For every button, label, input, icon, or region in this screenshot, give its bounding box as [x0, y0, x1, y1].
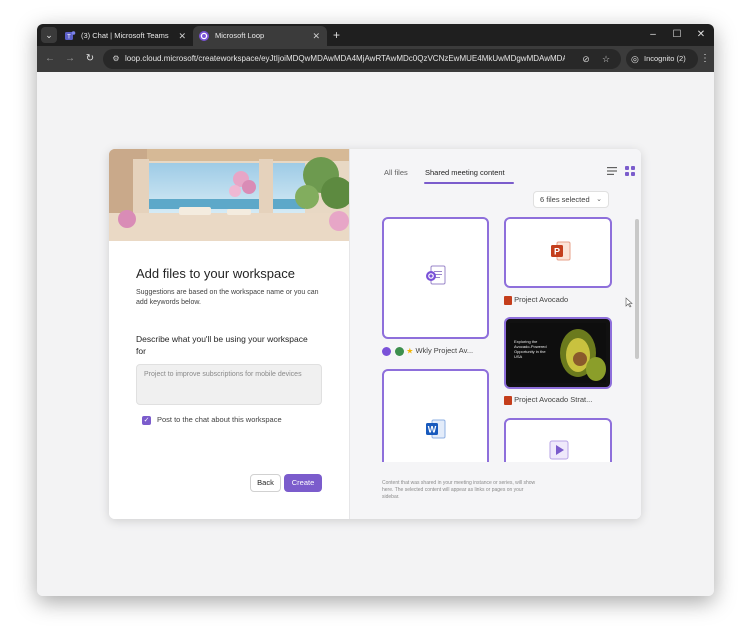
file-name-ppt-strategy[interactable]: Project Avocado Strat... [504, 395, 592, 405]
loop-icon [199, 31, 209, 41]
eye-off-icon[interactable]: ⊘ [579, 52, 593, 66]
forward-arrow-icon[interactable]: → [62, 51, 78, 67]
word-icon: W [426, 419, 446, 439]
hero-illustration [109, 149, 349, 241]
file-name-loop[interactable]: ★ Wkly Project Av... [382, 346, 473, 356]
mouse-pointer-icon [625, 297, 633, 308]
omnibox[interactable]: ⚙ loop.cloud.microsoft/createworkspace/e… [103, 49, 621, 69]
grid-view-icon[interactable] [625, 166, 635, 176]
url-text[interactable]: loop.cloud.microsoft/createworkspace/eyJ… [125, 49, 565, 69]
window-close-icon[interactable]: ✕ [693, 27, 709, 43]
file-name-text: Project Avocado [514, 295, 569, 304]
post-to-chat-label[interactable]: Post to the chat about this workspace [157, 415, 282, 424]
incognito-icon: ◎ [631, 54, 639, 64]
tab-teams[interactable]: T (3) Chat | Microsoft Teams ✕ [59, 26, 193, 46]
file-name-text: Wkly Project Av... [415, 346, 474, 355]
incognito-label: Incognito (2) [644, 54, 686, 63]
powerpoint-small-icon [504, 395, 512, 405]
reload-icon[interactable]: ↻ [82, 51, 98, 67]
menu-kebab-icon[interactable]: ⋮ [698, 51, 712, 67]
page-content: Add files to your workspace Suggestions … [37, 72, 714, 596]
tab-shared-meeting-content[interactable]: Shared meeting content [425, 168, 505, 177]
back-arrow-icon[interactable]: ← [42, 51, 58, 67]
powerpoint-small-icon [504, 295, 512, 305]
post-to-chat-checkbox[interactable]: ✓ [142, 416, 151, 425]
teams-icon: T [65, 31, 76, 40]
minimize-icon[interactable]: – [645, 27, 661, 43]
file-grid: ★ Wkly Project Av... P Project Avocado E… [380, 217, 638, 462]
address-toolbar: ← → ↻ ⚙ loop.cloud.microsoft/createworks… [37, 46, 714, 72]
dialog-left-pane: Add files to your workspace Suggestions … [109, 149, 349, 519]
active-tab-indicator [424, 182, 514, 184]
tab-teams-title: (3) Chat | Microsoft Teams [81, 31, 169, 40]
tab-search-icon[interactable]: ⌄ [41, 27, 57, 43]
tab-loop-title: Microsoft Loop [215, 31, 265, 40]
footnote-text: Content that was shared in your meeting … [382, 480, 536, 500]
svg-text:P: P [554, 247, 560, 257]
file-card-word[interactable]: W [382, 369, 489, 462]
close-tab-icon[interactable]: ✕ [178, 26, 186, 46]
dialog-title: Add files to your workspace [136, 266, 295, 281]
site-settings-icon[interactable]: ⚙ [109, 52, 123, 66]
back-button[interactable]: Back [250, 474, 281, 492]
svg-text:W: W [428, 425, 437, 435]
describe-label: Describe what you'll be using your works… [136, 334, 308, 356]
powerpoint-icon: P [551, 241, 571, 261]
new-tab-icon[interactable]: + [333, 26, 340, 44]
check-circle-icon [395, 346, 405, 356]
svg-text:T: T [67, 34, 71, 40]
files-selected-dropdown[interactable]: 6 files selected ⌄ [533, 191, 609, 208]
video-play-icon [549, 440, 569, 460]
incognito-badge[interactable]: ◎ Incognito (2) [626, 49, 698, 69]
dialog-right-pane: All files Shared meeting content 6 files… [349, 149, 641, 519]
file-grid-scrollbar[interactable] [635, 219, 639, 461]
tab-all-files[interactable]: All files [384, 168, 408, 177]
close-tab-icon[interactable]: ✕ [312, 26, 320, 46]
create-button[interactable]: Create [284, 474, 322, 492]
file-card-loop[interactable] [382, 217, 489, 339]
list-view-icon[interactable] [606, 165, 618, 177]
loop-file-icon [426, 265, 446, 285]
file-name-ppt[interactable]: Project Avocado [504, 295, 568, 305]
file-card-ppt-strategy[interactable]: Exploring the Avocado-Powered Opportunit… [504, 317, 612, 389]
file-name-text: Project Avocado Strat... [514, 395, 593, 404]
browser-window: ⌄ T (3) Chat | Microsoft Teams ✕ Microso… [37, 24, 714, 596]
add-files-dialog: Add files to your workspace Suggestions … [109, 149, 641, 519]
tab-bar: ⌄ T (3) Chat | Microsoft Teams ✕ Microso… [37, 24, 714, 46]
files-selected-label: 6 files selected [540, 195, 590, 204]
bookmark-star-icon[interactable]: ☆ [599, 52, 613, 66]
file-card-ppt[interactable]: P [504, 217, 612, 288]
scroll-thumb[interactable] [635, 219, 639, 359]
thumbnail-caption: Exploring the Avocado-Powered Opportunit… [514, 339, 547, 359]
chevron-down-icon: ⌄ [596, 196, 602, 203]
dialog-subtitle: Suggestions are based on the workspace n… [136, 289, 319, 306]
tab-loop[interactable]: Microsoft Loop ✕ [193, 26, 327, 46]
loop-small-icon [382, 346, 391, 356]
describe-textarea[interactable]: Project to improve subscriptions for mob… [136, 364, 322, 405]
maximize-icon[interactable]: ☐ [669, 27, 685, 43]
file-card-video[interactable] [504, 418, 612, 462]
star-icon: ★ [406, 346, 414, 356]
